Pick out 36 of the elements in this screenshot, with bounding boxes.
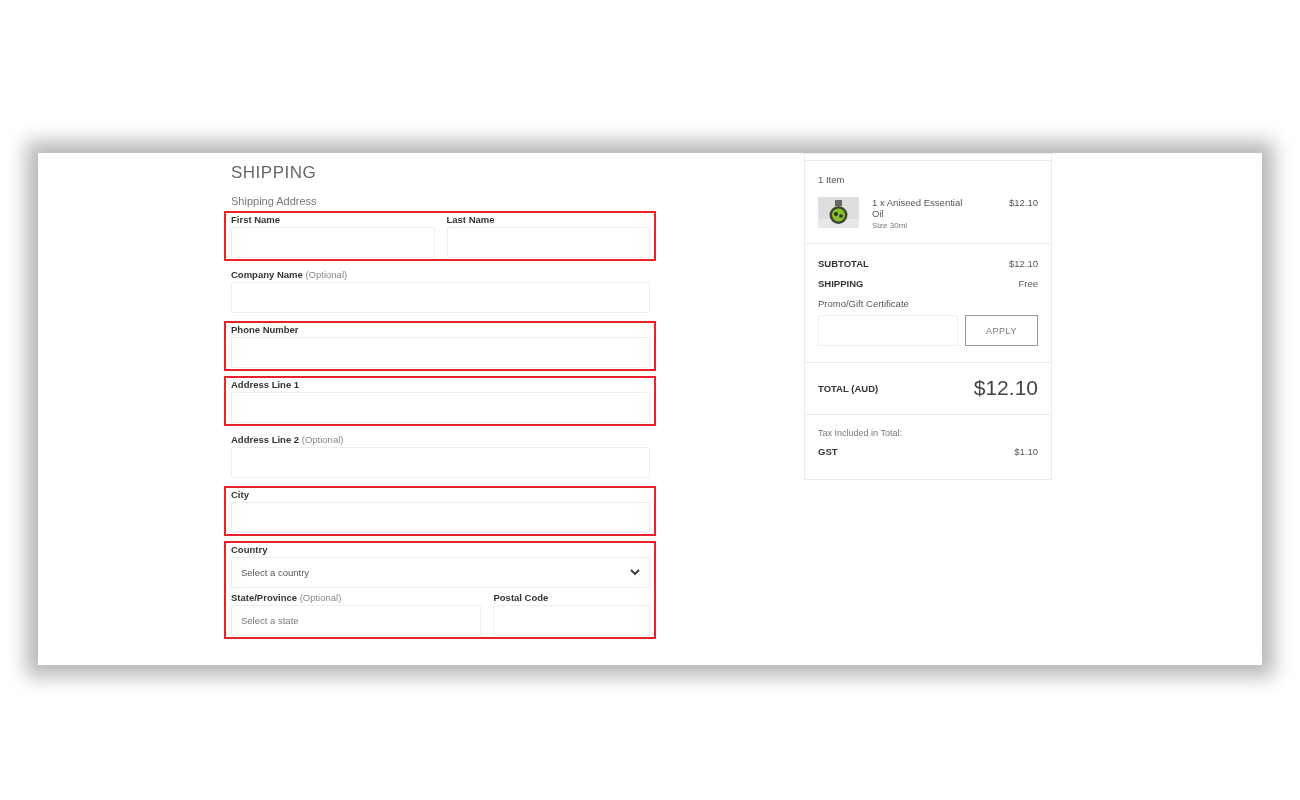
input-field[interactable] bbox=[493, 605, 650, 636]
input-field[interactable] bbox=[446, 227, 650, 258]
section-subtitle: Shipping Address bbox=[231, 195, 318, 207]
total-value: $12.10 bbox=[973, 376, 1038, 400]
chevron-icon bbox=[630, 569, 640, 576]
country-select[interactable]: Select a country bbox=[231, 557, 650, 588]
field-label: Phone Number bbox=[231, 324, 300, 335]
apply-button[interactable]: APPLY bbox=[965, 315, 1038, 346]
summary-value: Free bbox=[1018, 278, 1038, 289]
product-name: 1 x Aniseed Essential Oil bbox=[872, 197, 964, 219]
input-field[interactable] bbox=[231, 392, 650, 423]
input-field[interactable] bbox=[231, 337, 650, 368]
input-field[interactable] bbox=[231, 502, 650, 533]
input-field[interactable]: Select a state bbox=[231, 605, 482, 636]
field-label: Address Line 1 bbox=[231, 379, 301, 390]
summary-label: SUBTOTAL bbox=[818, 258, 869, 269]
input-field[interactable] bbox=[231, 227, 435, 258]
tax-value: $1.10 bbox=[1014, 446, 1038, 457]
field-label: City bbox=[231, 489, 250, 500]
tax-label: GST bbox=[818, 446, 838, 457]
product-size: Size 30ml bbox=[872, 221, 909, 230]
summary-label: SHIPPING bbox=[818, 278, 864, 289]
field-label: Country bbox=[231, 544, 269, 555]
promo-label: Promo/Gift Certificate bbox=[818, 298, 910, 309]
field-label: Postal Code bbox=[493, 592, 550, 603]
field-label: Address Line 2 (Optional) bbox=[231, 434, 345, 445]
item-count: 1 Item bbox=[818, 174, 846, 185]
product-price: $12.10 bbox=[1008, 197, 1038, 210]
field-label: State/Province (Optional) bbox=[231, 592, 343, 603]
field-label: Company Name (Optional) bbox=[231, 269, 349, 280]
summary-value: $12.10 bbox=[1008, 258, 1038, 269]
section-title: SHIPPING bbox=[231, 163, 318, 183]
field-label: First Name bbox=[231, 214, 282, 225]
tax-heading: Tax Included in Total: bbox=[818, 428, 903, 438]
total-label: TOTAL (AUD) bbox=[818, 382, 879, 394]
field-label: Last Name bbox=[446, 214, 496, 225]
